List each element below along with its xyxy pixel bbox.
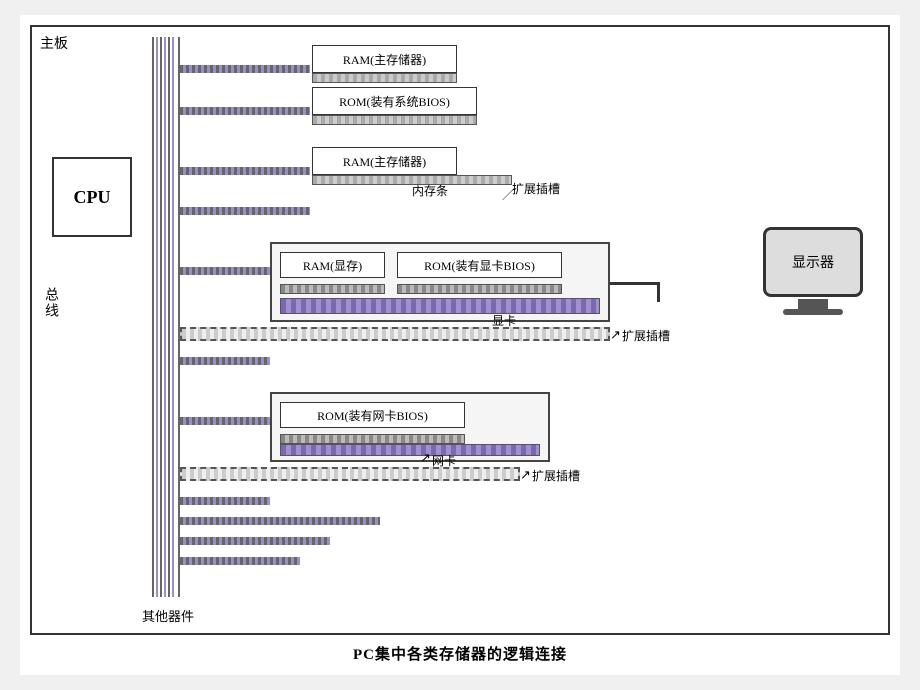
vslot1 [280, 284, 385, 294]
vcard-connector [280, 298, 600, 314]
hconn-ram2 [180, 167, 310, 175]
bus-lines [152, 37, 182, 597]
hconn-bot3 [180, 537, 330, 545]
hconn-vcard [180, 267, 270, 275]
label-expansion-slot2: 扩展插槽 [622, 327, 670, 344]
diagram-area: 主板 CPU 总线 RAM(主存储器) RO [30, 25, 890, 635]
hconn-net [180, 417, 270, 425]
monitor-screen: 显示器 [763, 227, 863, 297]
slot-ram1 [312, 73, 457, 83]
monitor-stand [798, 299, 828, 309]
video-to-monitor-vert [657, 282, 660, 302]
page-container: 主板 CPU 总线 RAM(主存储器) RO [20, 15, 900, 675]
card-rom-netbios: ROM(装有网卡BIOS) [280, 402, 465, 428]
page-caption: PC集中各类存储器的逻辑连接 [353, 643, 567, 664]
ncard-connector [280, 444, 540, 456]
arrow-exp3: ↗ [520, 467, 531, 483]
expansion-slot-net [180, 467, 520, 481]
nslot [280, 434, 465, 444]
hconn-bot4 [180, 557, 300, 565]
hconn-gap1 [180, 207, 310, 215]
card-rom-bios: ROM(装有系统BIOS) [312, 87, 477, 115]
label-memory-stick: 内存条 [412, 182, 448, 199]
vslot2 [397, 284, 562, 294]
hconn-bot2 [180, 517, 380, 525]
label-expansion-slot1: 扩展插槽 [512, 180, 560, 197]
card-ram-vram: RAM(显存) [280, 252, 385, 278]
hconn-gap2 [180, 357, 270, 365]
cpu-box: CPU [52, 157, 132, 237]
expansion-slot-video [180, 327, 610, 341]
mainboard-label: 主板 [40, 33, 68, 53]
card-rom-vbios: ROM(装有显卡BIOS) [397, 252, 562, 278]
video-card-container: RAM(显存) ROM(装有显卡BIOS) [270, 242, 610, 322]
video-to-monitor-line [610, 282, 660, 285]
monitor-base [783, 309, 843, 315]
monitor-label: 显示器 [792, 252, 834, 272]
card-ram-main1: RAM(主存储器) [312, 45, 457, 73]
cpu-label: CPU [74, 187, 111, 208]
hconn-ram1 [180, 65, 310, 73]
other-components-label: 其他器件 [142, 606, 194, 625]
label-expansion-slot3: 扩展插槽 [532, 467, 580, 484]
monitor: 显示器 [758, 227, 868, 327]
net-card-container: ROM(装有网卡BIOS) [270, 392, 550, 462]
arrow-exp2: ↗ [610, 327, 621, 343]
slot-rom-bios [312, 115, 477, 125]
arrow-netcard: ↗ [420, 450, 431, 466]
hconn-rom-bios [180, 107, 310, 115]
bus-label: 总线 [40, 287, 60, 319]
hconn-bot1 [180, 497, 270, 505]
card-ram-main2: RAM(主存储器) [312, 147, 457, 175]
